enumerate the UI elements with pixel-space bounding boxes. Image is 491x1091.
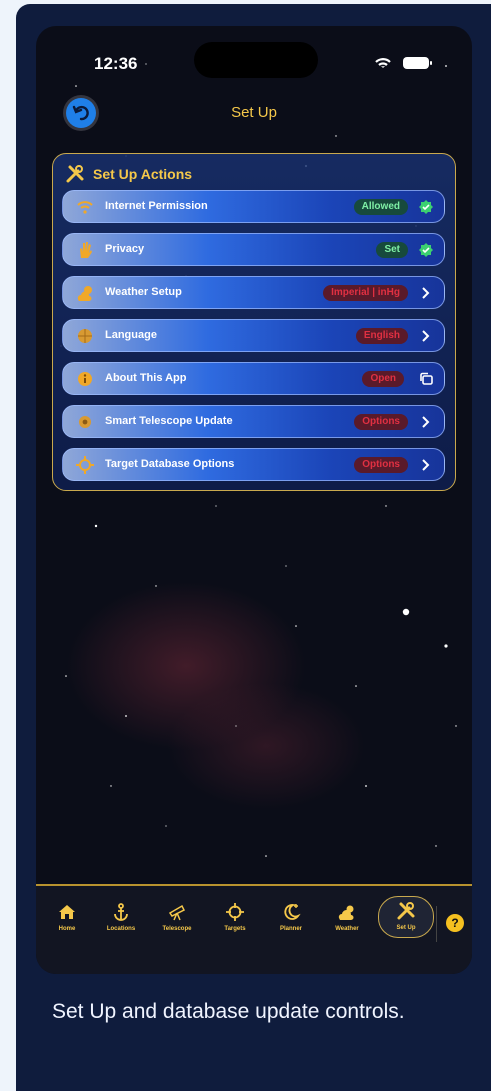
hand-icon (80, 242, 92, 258)
telescope-icon (168, 904, 186, 921)
row-label: Target Database Options (105, 458, 235, 470)
phone-screen: 12:36 Set Up Set Up Actions Internet Per… (36, 26, 472, 974)
status-icons (371, 54, 441, 72)
cloud-sun-icon (77, 286, 92, 301)
anchor-icon (114, 903, 128, 921)
chevron-right-icon (422, 459, 430, 471)
tab-bar: Home Locations Telescope Targets Planner… (36, 884, 472, 974)
row-language[interactable]: Language English (62, 319, 445, 352)
chevron-right-icon (422, 287, 430, 299)
tab-home[interactable]: Home (40, 902, 94, 942)
row-internet-permission[interactable]: Internet Permission Allowed (62, 190, 445, 223)
check-icon (419, 200, 433, 214)
row-target-database-options[interactable]: Target Database Options Options (62, 448, 445, 481)
tools-icon (66, 165, 84, 183)
status-badge: Allowed (353, 199, 408, 215)
caption: Set Up and database update controls. (52, 1000, 405, 1023)
target-icon (76, 456, 94, 474)
cloud-icon (338, 905, 354, 920)
tab-divider (436, 906, 437, 942)
dynamic-island (194, 42, 318, 78)
row-label: Privacy (105, 243, 145, 255)
external-copy-icon (420, 372, 433, 385)
screenshot-card: 12:36 Set Up Set Up Actions Internet Per… (16, 4, 491, 1091)
tab-label: Telescope (162, 926, 192, 932)
tab-telescope[interactable]: Telescope (150, 902, 204, 942)
status-badge: Options (354, 414, 408, 430)
page-title: Set Up (231, 104, 277, 121)
tab-targets[interactable]: Targets (208, 902, 262, 942)
chevron-right-icon (422, 416, 430, 428)
status-badge: Open (362, 371, 404, 387)
tab-label: Home (58, 926, 76, 932)
row-label: Smart Telescope Update (105, 415, 233, 427)
tab-weather[interactable]: Weather (320, 902, 374, 942)
tab-label: Set Up (396, 925, 416, 931)
row-weather-setup[interactable]: Weather Setup Imperial | inHg (62, 276, 445, 309)
tab-planner[interactable]: Planner (264, 902, 318, 942)
tools-icon (397, 902, 415, 920)
help-button[interactable]: ? (446, 914, 464, 932)
row-label: Weather Setup (105, 286, 182, 298)
wifi-icon (77, 201, 93, 214)
row-smart-telescope-update[interactable]: Smart Telescope Update Options (62, 405, 445, 438)
status-badge: Options (354, 457, 408, 473)
tab-label: Weather (335, 926, 359, 932)
row-privacy[interactable]: Privacy Set (62, 233, 445, 266)
globe-icon (78, 329, 92, 343)
status-badge: Set (376, 242, 408, 258)
tab-label: Planner (279, 926, 302, 932)
status-badge: Imperial | inHg (323, 285, 408, 301)
tab-set-up[interactable]: Set Up (378, 896, 434, 938)
tab-label: Locations (106, 926, 136, 932)
status-time: 12:36 (94, 54, 138, 73)
check-icon (419, 243, 433, 257)
row-label: Internet Permission (105, 200, 208, 212)
row-label: Language (105, 329, 157, 341)
tab-locations[interactable]: Locations (94, 902, 148, 942)
gear-icon (79, 416, 91, 428)
setup-actions-panel: Set Up Actions Internet Permission Allow… (52, 153, 456, 491)
house-icon (59, 905, 75, 919)
moon-icon (284, 904, 301, 920)
tab-label: Targets (224, 926, 246, 932)
info-icon (78, 372, 92, 386)
status-badge: English (355, 328, 408, 344)
row-about-this-app[interactable]: About This App Open (62, 362, 445, 395)
chevron-right-icon (422, 330, 430, 342)
row-label: About This App (105, 372, 187, 384)
crosshair-icon (226, 903, 244, 921)
wifi-status-icon (375, 57, 432, 69)
panel-title: Set Up Actions (93, 166, 193, 182)
